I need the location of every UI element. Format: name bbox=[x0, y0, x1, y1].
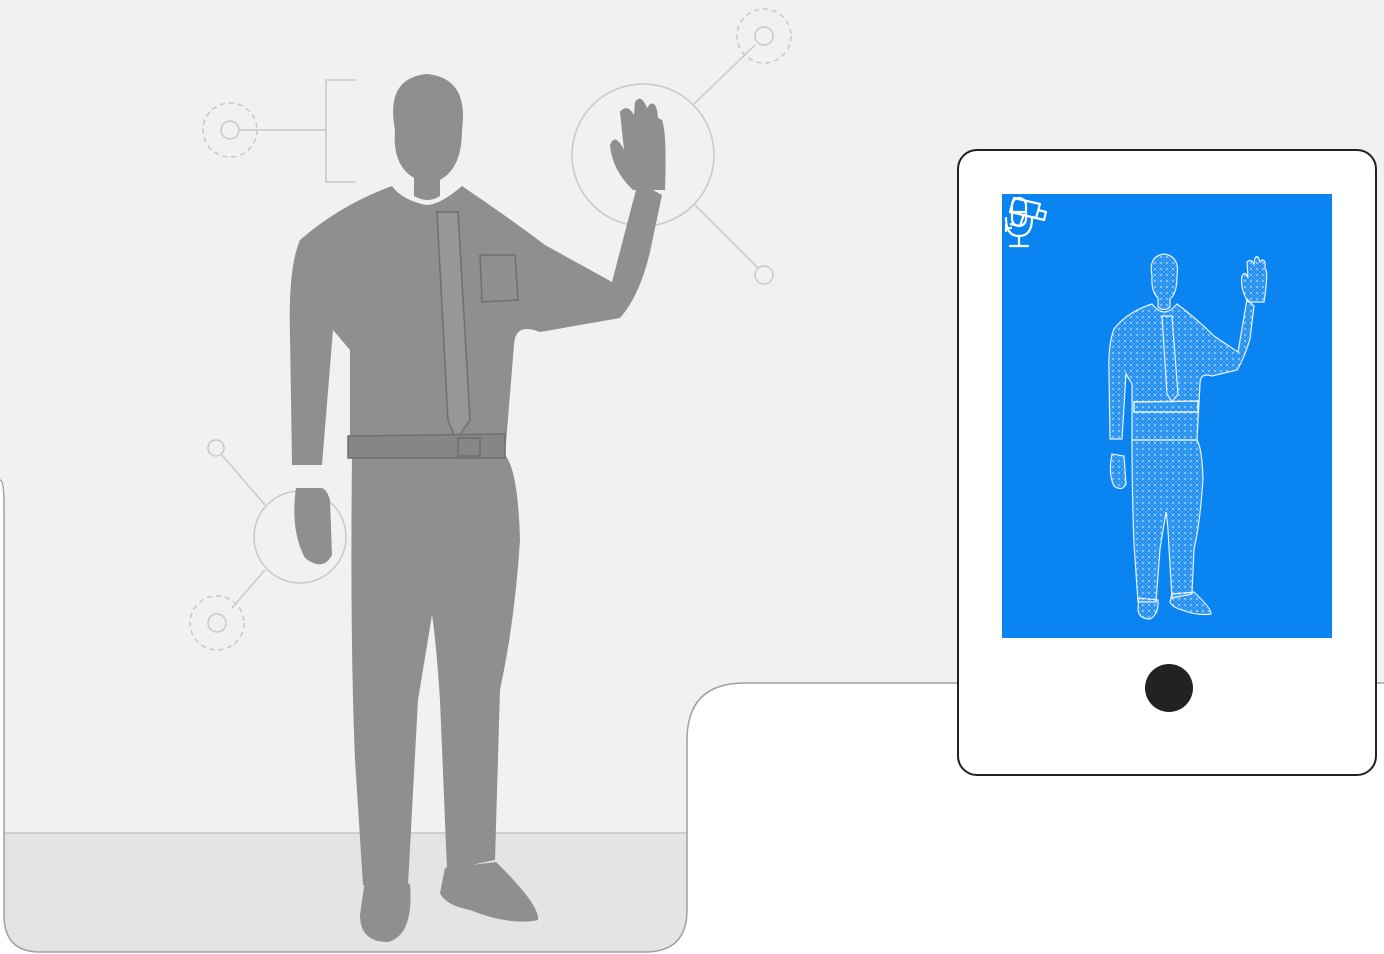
tablet-device bbox=[957, 149, 1377, 776]
tablet-screen bbox=[1002, 194, 1332, 638]
studio-floor bbox=[4, 833, 687, 952]
home-button[interactable] bbox=[1145, 664, 1193, 712]
microphone-icon bbox=[1004, 196, 1034, 248]
wireframe-person bbox=[1108, 253, 1268, 620]
